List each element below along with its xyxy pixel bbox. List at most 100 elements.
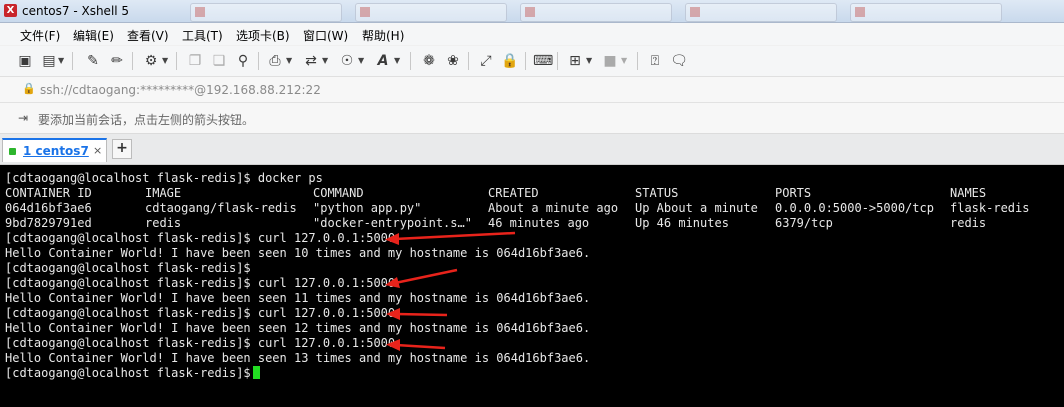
toolbar-divider (258, 52, 259, 70)
ps-cell: flask-redis (950, 201, 1030, 215)
tab-label[interactable]: 1 centos7 (23, 144, 89, 158)
open-folder-icon[interactable]: ▤ (40, 52, 58, 70)
address-bar: 🔒 ssh://cdtaogang:*********@192.168.88.2… (0, 77, 1064, 103)
new-session-icon[interactable]: ▣ (16, 52, 34, 70)
compose-icon[interactable]: ⊞ (566, 52, 584, 70)
copy-icon[interactable]: ❐ (186, 52, 204, 70)
lock-icon[interactable]: 🔒 (501, 52, 519, 70)
ps-cell: 064d16bf3ae6 (5, 201, 92, 215)
find-icon[interactable]: ⚲ (234, 52, 252, 70)
status-dot-icon (9, 148, 16, 155)
chevron-down-icon[interactable]: ▼ (621, 52, 627, 70)
reconnect-icon[interactable]: ✎ (84, 52, 102, 70)
terminal-cursor (252, 366, 260, 379)
font-icon[interactable]: A (374, 52, 392, 70)
terminal-line: [cdtaogang@localhost flask-redis]$ curl … (5, 306, 396, 320)
ps-header-command: COMMAND (313, 186, 364, 200)
print-icon[interactable]: ⎙ (266, 52, 284, 70)
toolbar-divider (132, 52, 133, 70)
fullscreen-icon[interactable]: ⤢ (477, 52, 495, 70)
terminal-line: [cdtaogang@localhost flask-redis]$ curl … (5, 336, 396, 350)
terminal[interactable]: [cdtaogang@localhost flask-redis]$ docke… (0, 165, 1064, 407)
terminal-line: Hello Container World! I have been seen … (5, 321, 591, 335)
background-window-tab[interactable] (850, 3, 1002, 22)
ps-cell: cdtaogang/flask-redis (145, 201, 297, 215)
annotation-arrow (386, 308, 448, 320)
chevron-down-icon[interactable]: ▼ (586, 52, 592, 70)
terminal-line: [cdtaogang@localhost flask-redis]$ docke… (5, 171, 323, 185)
terminal-line: [cdtaogang@localhost flask-redis]$ curl … (5, 231, 396, 245)
hint-bar: ⇥ 要添加当前会话，点击左侧的箭头按钮。 (0, 103, 1064, 134)
arrow-icon[interactable]: ⇥ (18, 111, 28, 125)
menu-window[interactable]: 窗口(W) (303, 27, 348, 44)
hint-text: 要添加当前会话，点击左侧的箭头按钮。 (38, 113, 255, 127)
properties-icon[interactable]: ⚙ (142, 52, 160, 70)
toolbar-divider (468, 52, 469, 70)
ps-cell: "docker-entrypoint.s…" (313, 216, 472, 230)
transfer-icon[interactable]: ⇄ (302, 52, 320, 70)
ps-cell: "python app.py" (313, 201, 422, 215)
menu-help[interactable]: 帮助(H) (362, 27, 404, 44)
toolbar-divider (176, 52, 177, 70)
globe-icon[interactable]: ☉ (338, 52, 356, 70)
ps-cell: Up 46 minutes (635, 216, 729, 230)
ps-cell: 9bd7829791ed (5, 216, 92, 230)
session-tab-strip: 1 centos7 × + (0, 134, 1064, 165)
menu-bar: 文件(F) 编辑(E) 查看(V) 工具(T) 选项卡(B) 窗口(W) 帮助(… (0, 23, 1064, 45)
toolbar-divider (525, 52, 526, 70)
menu-tabs[interactable]: 选项卡(B) (236, 27, 290, 44)
window-title: centos7 - Xshell 5 (22, 4, 130, 18)
annotation-arrow (385, 268, 458, 288)
toolbar-divider (72, 52, 73, 70)
chevron-down-icon[interactable]: ▼ (162, 52, 168, 70)
terminal-prompt: [cdtaogang@localhost flask-redis]$ (5, 366, 251, 380)
lock-icon: 🔒 (22, 82, 36, 95)
chevron-down-icon[interactable]: ▼ (358, 52, 364, 70)
xftp-icon[interactable]: ❁ (420, 52, 438, 70)
paste-icon[interactable]: ❏ (210, 52, 228, 70)
background-window-tab[interactable] (685, 3, 837, 22)
background-window-tab[interactable] (520, 3, 672, 22)
chevron-down-icon[interactable]: ▼ (394, 52, 400, 70)
menu-tools[interactable]: 工具(T) (182, 27, 223, 44)
chevron-down-icon[interactable]: ▼ (322, 52, 328, 70)
chat-icon[interactable]: 🗨 (670, 52, 688, 70)
ps-cell: 6379/tcp (775, 216, 833, 230)
ps-cell: About a minute ago (488, 201, 619, 215)
ps-header-ports: PORTS (775, 186, 812, 200)
keyboard-icon[interactable]: ⌨ (533, 52, 553, 70)
menu-file[interactable]: 文件(F) (20, 27, 60, 44)
menu-edit[interactable]: 编辑(E) (73, 27, 114, 44)
title-bar: X centos7 - Xshell 5 (0, 0, 1064, 23)
ps-cell: 0.0.0.0:5000->5000/tcp (775, 201, 934, 215)
terminal-line: Hello Container World! I have been seen … (5, 291, 591, 305)
session-address[interactable]: ssh://cdtaogang:*********@192.168.88.212… (40, 83, 321, 97)
close-icon[interactable]: × (93, 144, 102, 157)
ps-header-container-id: CONTAINER ID (5, 186, 92, 200)
tile-icon[interactable]: ■ (601, 52, 619, 70)
ps-cell: redis (145, 216, 182, 230)
script-icon[interactable]: ❀ (444, 52, 462, 70)
new-tab-button[interactable]: + (112, 139, 132, 159)
toolbar-divider (637, 52, 638, 70)
ps-header-created: CREATED (488, 186, 539, 200)
ps-cell: 46 minutes ago (488, 216, 590, 230)
terminal-line: [cdtaogang@localhost flask-redis]$ curl … (5, 276, 396, 290)
background-window-tab[interactable] (355, 3, 507, 22)
toolbar-divider (410, 52, 411, 70)
menu-view[interactable]: 查看(V) (127, 27, 169, 44)
tab-centos7[interactable]: 1 centos7 × (2, 138, 107, 162)
background-window-tab[interactable] (190, 3, 342, 22)
ps-header-names: NAMES (950, 186, 987, 200)
ps-cell: Up About a minute (635, 201, 758, 215)
terminal-line: [cdtaogang@localhost flask-redis]$ (5, 261, 251, 275)
toolbar: ▣ ▤ ▼ ✎ ✏ ⚙ ▼ ❐ ❏ ⚲ ⎙ ▼ ⇄ ▼ ☉ ▼ A ▼ ❁ ❀ … (0, 46, 1064, 77)
disconnect-icon[interactable]: ✏ (108, 52, 126, 70)
xshell-icon: X (4, 4, 17, 17)
ps-header-status: STATUS (635, 186, 679, 200)
terminal-line: Hello Container World! I have been seen … (5, 351, 591, 365)
help-icon[interactable]: ⍰ (646, 52, 664, 70)
ps-cell: redis (950, 216, 987, 230)
chevron-down-icon[interactable]: ▼ (58, 52, 64, 70)
chevron-down-icon[interactable]: ▼ (286, 52, 292, 70)
